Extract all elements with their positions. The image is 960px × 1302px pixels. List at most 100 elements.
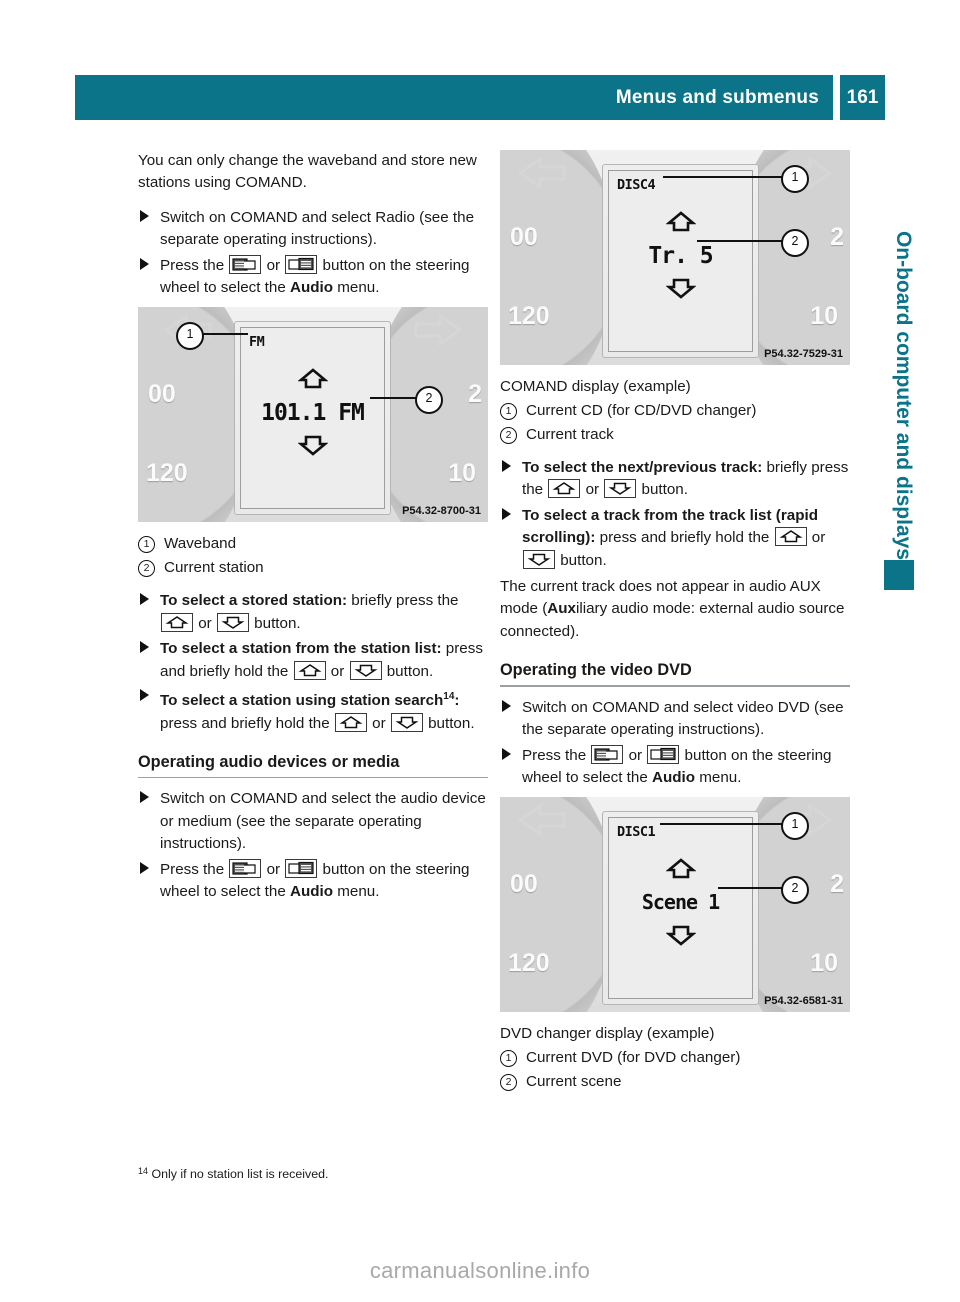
figure-dvd-cluster: 00 120 2 10 DISC1 Scene 1 1 2 P54.32-658… xyxy=(500,797,850,1013)
left-dial-value-bottom: 120 xyxy=(146,459,188,488)
site-watermark: carmanualsonline.info xyxy=(369,1258,591,1283)
right-dial-value-bottom: 10 xyxy=(810,949,838,978)
legend-text: Current station xyxy=(164,559,264,577)
cluster-screen: FM 101.1 FM xyxy=(234,321,391,516)
right-section-step-1: Switch on COMAND and select video DVD (s… xyxy=(500,697,850,742)
screen-disc-label: DISC4 xyxy=(617,177,656,193)
callout-1: 1 xyxy=(781,165,809,193)
left-instruction-2-text: To select a station from the station lis… xyxy=(160,640,483,680)
section-divider xyxy=(500,685,850,687)
down-button-icon xyxy=(216,612,249,632)
page-number: 161 xyxy=(840,75,885,120)
right-turn-signal-icon xyxy=(414,313,463,348)
callout-2-leader xyxy=(718,887,787,889)
scroll-down-arrow-icon xyxy=(665,926,696,947)
left-section-step-2: Press the or button on the steering whee… xyxy=(138,858,488,904)
right-note-paragraph: The current track does not appear in aud… xyxy=(500,578,845,640)
left-dial-value-bottom: 120 xyxy=(508,949,550,978)
legend-number: 2 xyxy=(500,426,517,444)
left-instruction-1: To select a stored station: briefly pres… xyxy=(138,590,488,635)
screen-track-value: Tr. 5 xyxy=(648,243,713,269)
legend-text: Current track xyxy=(526,426,614,443)
right-dial-value-top: 2 xyxy=(468,380,482,409)
legend-text: Current DVD (for DVD changer) xyxy=(526,1049,741,1067)
left-column: You can only change the waveband and sto… xyxy=(138,150,488,907)
bullet-triangle-icon xyxy=(140,593,149,606)
right-section-step-2: Press the or button on the steering whee… xyxy=(500,744,850,790)
bullet-triangle-icon xyxy=(140,689,149,702)
right-section-heading: Operating the video DVD xyxy=(500,661,692,680)
left-step-2-text: Press the or button on the steering whee… xyxy=(160,254,470,297)
left-section-step-2-text: Press the or button on the steering whee… xyxy=(160,858,470,901)
left-intro-paragraph: You can only change the waveband and sto… xyxy=(138,152,477,192)
figure-code: P54.32-8700-31 xyxy=(402,505,481,518)
left-section-heading: Operating audio devices or media xyxy=(138,752,400,771)
left-step-2: Press the or button on the steering whee… xyxy=(138,254,488,300)
right-section-step-1-text: Switch on COMAND and select video DVD (s… xyxy=(522,698,844,739)
scroll-up-arrow-icon xyxy=(665,211,696,232)
legend-item-2: 2 Current station xyxy=(138,556,488,579)
legend-item-1: 1 Current DVD (for DVD changer) xyxy=(500,1046,850,1069)
up-button-icon xyxy=(161,612,193,632)
right-dial-value-bottom: 10 xyxy=(448,459,476,488)
right-dial-value-top: 2 xyxy=(830,223,844,251)
left-instruction-2: To select a station from the station lis… xyxy=(138,638,488,683)
left-dial-value-bottom: 120 xyxy=(508,302,550,330)
caption-cd: COMAND display (example) xyxy=(500,378,691,395)
down-button-icon xyxy=(390,712,423,732)
bullet-triangle-icon xyxy=(140,791,149,804)
left-instruction-1-text: To select a stored station: briefly pres… xyxy=(160,592,459,632)
left-turn-signal-icon xyxy=(517,803,566,838)
right-instruction-1: To select the next/previous track: brief… xyxy=(500,457,850,502)
right-instruction-2: To select a track from the track list (r… xyxy=(500,505,850,572)
up-button-icon xyxy=(334,712,367,732)
legend-item-2: 2 Current track xyxy=(500,423,850,446)
bullet-triangle-icon xyxy=(502,699,511,712)
callout-1-leader xyxy=(663,176,787,178)
next-display-button-icon xyxy=(285,254,318,274)
legend-item-2: 2 Current scene xyxy=(500,1070,850,1093)
right-section-step-2-text: Press the or button on the steering whee… xyxy=(522,744,832,786)
screen-disc-label: DISC1 xyxy=(617,824,656,841)
footnote-text: Only if no station list is received. xyxy=(148,1167,329,1181)
legend-item-1: 1 Waveband xyxy=(138,532,488,555)
up-button-icon xyxy=(774,527,807,547)
up-button-icon xyxy=(548,479,581,499)
right-dial-value-bottom: 10 xyxy=(810,302,838,330)
section-divider xyxy=(138,776,488,779)
legend-number: 1 xyxy=(500,402,517,420)
down-button-icon xyxy=(349,660,382,680)
figure-code: P54.32-6581-31 xyxy=(764,995,843,1008)
callout-1-leader xyxy=(660,823,787,825)
bullet-triangle-icon xyxy=(140,641,149,654)
screen-station-value: 101.1 FM xyxy=(261,400,365,427)
next-display-button-icon xyxy=(647,744,680,764)
bullet-triangle-icon xyxy=(140,257,149,270)
caption-dvd: DVD changer display (example) xyxy=(500,1025,715,1043)
cluster-screen: DISC4 Tr. 5 xyxy=(602,164,759,358)
cluster-screen: DISC1 Scene 1 xyxy=(602,811,759,1006)
legend-number: 1 xyxy=(500,1049,517,1067)
footnote: 14 Only if no station list is received. xyxy=(138,1163,558,1182)
scroll-down-arrow-icon xyxy=(665,278,696,299)
right-instruction-2-text: To select a track from the track list (r… xyxy=(522,506,826,569)
scroll-up-arrow-icon xyxy=(297,368,328,389)
screen-scene-value: Scene 1 xyxy=(641,890,720,915)
page-title: Menus and submenus xyxy=(615,86,819,108)
left-instruction-3-text: To select a station using station search… xyxy=(160,691,475,732)
down-button-icon xyxy=(523,549,555,569)
right-dial-value-top: 2 xyxy=(830,870,844,899)
prev-display-button-icon xyxy=(229,254,262,274)
figure-code: P54.32-7529-31 xyxy=(764,348,843,360)
legend-number: 2 xyxy=(500,1073,517,1091)
bullet-triangle-icon xyxy=(140,861,149,874)
left-instruction-3: To select a station using station search… xyxy=(138,686,488,735)
legend-item-1: 1 Current CD (for CD/DVD changer) xyxy=(500,399,850,422)
right-column: 00 120 2 10 DISC4 Tr. 5 1 2 P54.32-7529-… xyxy=(500,150,850,1094)
legend-number: 2 xyxy=(138,559,155,577)
left-section-step-1-text: Switch on COMAND and select the audio de… xyxy=(160,790,486,853)
bullet-triangle-icon xyxy=(502,507,511,520)
up-button-icon xyxy=(293,660,326,680)
bullet-triangle-icon xyxy=(502,747,511,760)
